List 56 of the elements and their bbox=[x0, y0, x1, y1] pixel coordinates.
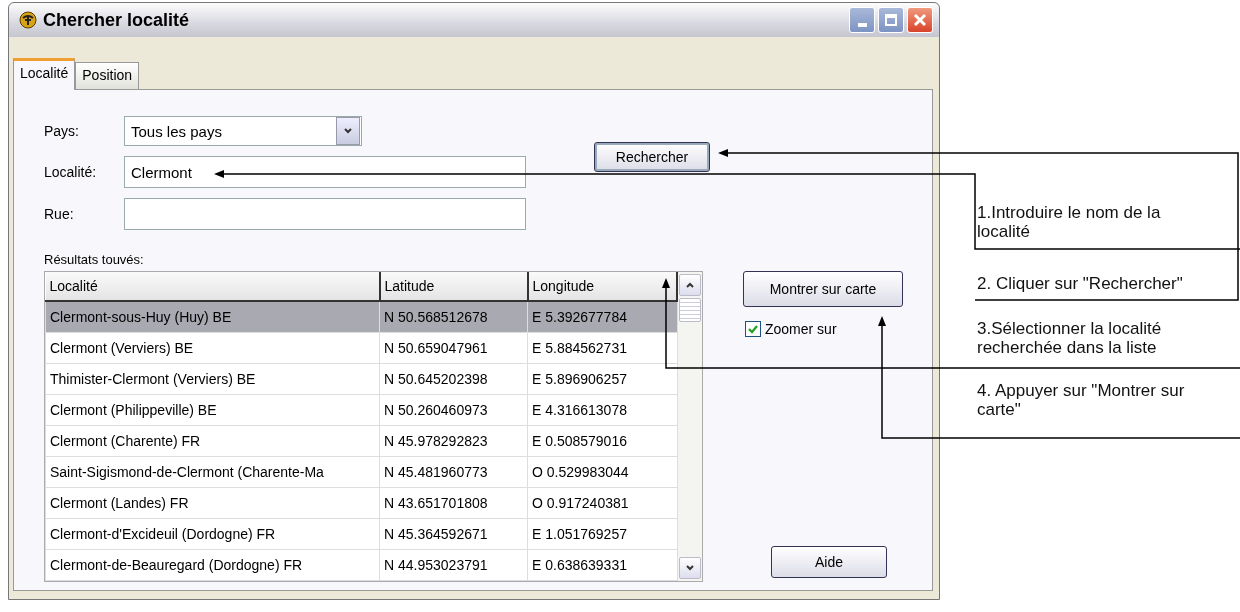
table-cell: N 45.364592671 bbox=[379, 518, 528, 550]
table-cell: Saint-Sigismond-de-Clermont (Charente-Ma bbox=[45, 456, 380, 488]
table-cell: Clermont (Landes) FR bbox=[45, 487, 380, 519]
table-cell: Clermont-sous-Huy (Huy) BE bbox=[45, 301, 380, 333]
country-dropdown[interactable]: Tous les pays bbox=[124, 116, 362, 146]
table-row[interactable]: Saint-Sigismond-de-Clermont (Charente-Ma N 45.481960773 O 0.529983044 bbox=[45, 456, 677, 488]
instruction-text: 3.Sélectionner la localité recherchée dans la liste bbox=[977, 319, 1163, 357]
column-header[interactable]: Latitude bbox=[379, 272, 528, 301]
table-row[interactable]: Clermont (Landes) FR N 43.651701808 O 0.917240381 bbox=[45, 487, 677, 519]
tab[interactable]: Localité bbox=[13, 58, 76, 90]
table-cell: Clermont (Verviers) BE bbox=[45, 332, 380, 364]
instruction-text: 1.Introduire le nom de la localité bbox=[977, 203, 1162, 241]
table-cell: E 5.392677784 bbox=[527, 301, 677, 333]
table-cell: N 45.481960773 bbox=[379, 456, 528, 488]
column-header[interactable]: Localité bbox=[45, 272, 380, 301]
table-cell: Clermont-de-Beauregard (Dordogne) FR bbox=[45, 549, 380, 581]
table-row[interactable]: Thimister-Clermont (Verviers) BE N 50.645202398 E 5.896906257 bbox=[45, 363, 677, 395]
show-on-map-button[interactable]: Montrer sur carte bbox=[743, 271, 903, 307]
search-button[interactable]: Rechercher bbox=[594, 142, 710, 172]
table-row[interactable]: Clermont-de-Beauregard (Dordogne) FR N 44.953023791 E 0.638639331 bbox=[45, 549, 677, 581]
checkbox-label: Zoomer sur bbox=[765, 321, 837, 337]
table-cell: Thimister-Clermont (Verviers) BE bbox=[45, 363, 380, 395]
table-row[interactable]: Clermont (Verviers) BE N 50.659047961 E 5.884562731 bbox=[45, 332, 677, 364]
column-header[interactable]: Longitude bbox=[527, 272, 677, 301]
tab[interactable]: Position bbox=[75, 62, 140, 89]
table-cell: O 0.917240381 bbox=[527, 487, 677, 519]
table-cell: N 50.659047961 bbox=[379, 332, 528, 364]
table-cell: E 0.508579016 bbox=[527, 425, 677, 457]
table-cell: E 5.884562731 bbox=[527, 332, 677, 364]
table-cell: Clermont-d'Excideuil (Dordogne) FR bbox=[45, 518, 380, 550]
field-label: Pays: bbox=[44, 123, 80, 139]
table-cell: O 0.529983044 bbox=[527, 456, 677, 488]
help-button[interactable]: Aide bbox=[771, 546, 887, 578]
field-label: Rue: bbox=[44, 206, 75, 222]
table-row[interactable]: Clermont-d'Excideuil (Dordogne) FR N 45.364592671 E 1.051769257 bbox=[45, 518, 677, 550]
table-cell: E 5.896906257 bbox=[527, 363, 677, 395]
instruction-text: 4. Appuyer sur "Montrer sur carte" bbox=[977, 381, 1186, 419]
window-title: Chercher localité bbox=[43, 9, 191, 31]
field-label: Localité: bbox=[44, 164, 98, 180]
table-cell: N 50.568512678 bbox=[379, 301, 528, 333]
table-row[interactable]: Clermont (Philippeville) BE N 50.260460973 E 4.316613078 bbox=[45, 394, 677, 426]
table-row[interactable]: Clermont-sous-Huy (Huy) BE N 50.568512678 E 5.392677784 bbox=[45, 301, 677, 333]
results-label: Résultats touvés: bbox=[44, 252, 145, 267]
table-cell: N 50.260460973 bbox=[379, 394, 528, 426]
table-cell: Clermont (Philippeville) BE bbox=[45, 394, 380, 426]
table-cell: N 50.645202398 bbox=[379, 363, 528, 395]
instruction-text: 2. Cliquer sur "Rechercher" bbox=[977, 274, 1184, 293]
table-cell: N 45.978292823 bbox=[379, 425, 528, 457]
table-cell: E 4.316613078 bbox=[527, 394, 677, 426]
table-cell: N 44.953023791 bbox=[379, 549, 528, 581]
table-cell: E 1.051769257 bbox=[527, 518, 677, 550]
table-cell: E 0.638639331 bbox=[527, 549, 677, 581]
locality-field[interactable]: Clermont bbox=[124, 156, 526, 188]
table-cell: N 43.651701808 bbox=[379, 487, 528, 519]
table-cell: Clermont (Charente) FR bbox=[45, 425, 380, 457]
table-row[interactable]: Clermont (Charente) FR N 45.978292823 E 0.508579016 bbox=[45, 425, 677, 457]
